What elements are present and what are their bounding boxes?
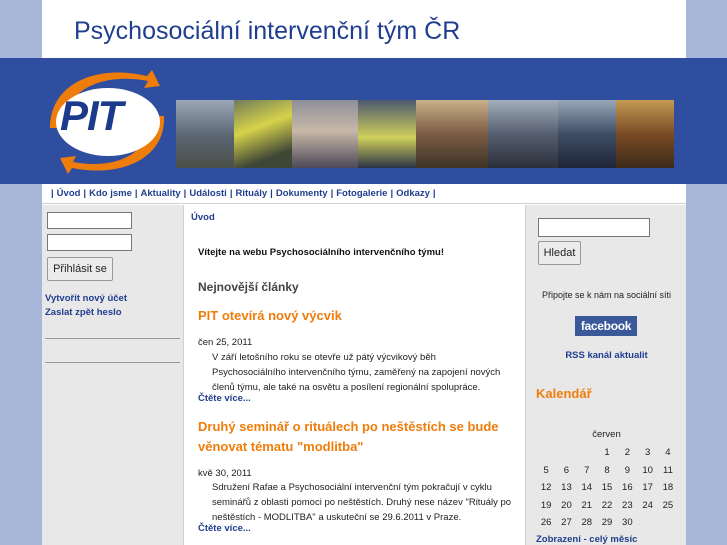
article-date: čen 25, 2011 bbox=[198, 337, 253, 348]
banner-photo bbox=[358, 100, 416, 168]
logo-text: PIT bbox=[60, 92, 123, 139]
calendar-day[interactable]: 21 bbox=[577, 497, 597, 515]
nav-item-dokumenty[interactable]: Dokumenty bbox=[276, 188, 328, 199]
search-button[interactable]: Hledat bbox=[538, 241, 581, 265]
calendar-day[interactable]: 26 bbox=[536, 514, 556, 532]
calendar-day[interactable]: 8 bbox=[597, 462, 617, 480]
read-more-link[interactable]: Čtěte více... bbox=[198, 393, 251, 404]
calendar-day[interactable]: 5 bbox=[536, 462, 556, 480]
calendar-day[interactable]: 1 bbox=[597, 444, 617, 462]
header-banner: PIT bbox=[42, 58, 686, 184]
calendar-day[interactable]: 17 bbox=[637, 479, 657, 497]
calendar-month: červen bbox=[592, 429, 621, 440]
calendar-week: 12 13 14 15 16 17 18 bbox=[536, 479, 678, 497]
rss-link[interactable]: RSS kanál aktualit bbox=[526, 350, 687, 361]
left-sidebar: Přihlásit se Vytvořit nový účet Zaslat z… bbox=[42, 205, 184, 545]
calendar-day[interactable]: 28 bbox=[577, 514, 597, 532]
main-navigation: | Úvod | Kdo jsme | Aktuality | Události | Rituál… bbox=[42, 184, 686, 204]
calendar-day[interactable]: 25 bbox=[658, 497, 678, 515]
calendar-day[interactable]: 19 bbox=[536, 497, 556, 515]
article-title[interactable]: PIT otevírá nový výcvik bbox=[198, 306, 518, 326]
calendar-day[interactable]: 29 bbox=[597, 514, 617, 532]
calendar-day[interactable]: 6 bbox=[556, 462, 576, 480]
calendar-empty-day bbox=[556, 444, 576, 462]
calendar-day[interactable]: 9 bbox=[617, 462, 637, 480]
banner-photo bbox=[616, 100, 674, 168]
calendar-day[interactable]: 4 bbox=[658, 444, 678, 462]
calendar-day[interactable]: 2 bbox=[617, 444, 637, 462]
nav-item-fotogalerie[interactable]: Fotogalerie bbox=[336, 188, 387, 199]
calendar-day[interactable]: 18 bbox=[658, 479, 678, 497]
calendar-empty-day bbox=[536, 444, 556, 462]
banner-photo bbox=[488, 100, 558, 168]
send-password-link[interactable]: Zaslat zpět heslo bbox=[45, 307, 122, 318]
calendar-empty-day bbox=[577, 444, 597, 462]
calendar-day[interactable]: 7 bbox=[577, 462, 597, 480]
calendar-day[interactable]: 24 bbox=[637, 497, 657, 515]
social-invite-text: Připojte se k nám na sociální síti bbox=[541, 290, 672, 300]
calendar-day[interactable]: 15 bbox=[597, 479, 617, 497]
welcome-message: Vítejte na webu Psychosociálního interve… bbox=[198, 247, 444, 258]
breadcrumb[interactable]: Úvod bbox=[191, 212, 215, 223]
calendar-week: 26 27 28 29 30 bbox=[536, 514, 678, 532]
calendar-day[interactable]: 11 bbox=[658, 462, 678, 480]
calendar-day[interactable]: 13 bbox=[556, 479, 576, 497]
calendar-empty-day bbox=[658, 514, 678, 532]
latest-articles-heading: Nejnovější články bbox=[198, 280, 299, 294]
calendar-day[interactable]: 3 bbox=[637, 444, 657, 462]
create-account-link[interactable]: Vytvořit nový účet bbox=[45, 293, 127, 304]
calendar-empty-day bbox=[637, 514, 657, 532]
site-title: Psychosociální intervenční tým ČR bbox=[74, 17, 461, 45]
page-background-left-band bbox=[0, 58, 42, 184]
username-input[interactable] bbox=[47, 212, 132, 229]
calendar-full-month-link[interactable]: Zobrazení - celý měsíc bbox=[536, 534, 637, 545]
search-input[interactable] bbox=[538, 218, 650, 237]
nav-item-kdo-jsme[interactable]: Kdo jsme bbox=[89, 188, 132, 199]
pit-logo[interactable]: PIT bbox=[42, 58, 172, 184]
nav-item-ritualy[interactable]: Rituály bbox=[235, 188, 267, 199]
facebook-button[interactable]: facebook bbox=[575, 316, 637, 336]
calendar-day[interactable]: 14 bbox=[577, 479, 597, 497]
banner-photo bbox=[416, 100, 488, 168]
calendar-day[interactable]: 10 bbox=[637, 462, 657, 480]
main-content: Úvod Vítejte na webu Psychosociálního in… bbox=[185, 205, 525, 545]
calendar-week: 19 20 21 22 23 24 25 bbox=[536, 497, 678, 515]
banner-photo bbox=[558, 100, 616, 168]
article-summary: V září letošního roku se otevře už pátý … bbox=[212, 352, 501, 393]
nav-item-odkazy[interactable]: Odkazy bbox=[396, 188, 430, 199]
banner-photo bbox=[176, 100, 234, 168]
article-date: kvě 30, 2011 bbox=[198, 468, 252, 479]
calendar-week: 1234 bbox=[536, 444, 678, 462]
calendar-day[interactable]: 23 bbox=[617, 497, 637, 515]
banner-photo bbox=[292, 100, 358, 168]
nav-item-udalosti[interactable]: Události bbox=[189, 188, 226, 199]
divider bbox=[45, 338, 180, 339]
calendar-day[interactable]: 30 bbox=[617, 514, 637, 532]
calendar-day[interactable]: 20 bbox=[556, 497, 576, 515]
calendar-day[interactable]: 16 bbox=[617, 479, 637, 497]
divider bbox=[45, 362, 180, 363]
nav-item-aktuality[interactable]: Aktuality bbox=[141, 188, 181, 199]
calendar-grid: 1 2 3 4 5 6 7 8 9 10 11 12 13 14 15 16 17 18 19 20 21 22 23 24 2… bbox=[536, 444, 678, 532]
nav-item-uvod[interactable]: Úvod bbox=[57, 188, 81, 199]
calendar-heading: Kalendář bbox=[536, 386, 592, 401]
read-more-link[interactable]: Čtěte více... bbox=[198, 523, 251, 534]
article-summary: Sdružení Rafae a Psychosociální interven… bbox=[212, 482, 512, 523]
page-container: Psychosociální intervenční tým ČR PIT | Ú… bbox=[42, 0, 686, 545]
password-input[interactable] bbox=[47, 234, 132, 251]
calendar-day[interactable]: 12 bbox=[536, 479, 556, 497]
login-button[interactable]: Přihlásit se bbox=[47, 257, 113, 281]
page-background-right-band bbox=[686, 58, 727, 184]
calendar-day[interactable]: 27 bbox=[556, 514, 576, 532]
calendar-day[interactable]: 22 bbox=[597, 497, 617, 515]
right-sidebar: Hledat Připojte se k nám na sociální sít… bbox=[525, 205, 686, 545]
banner-photo-strip bbox=[176, 100, 674, 168]
banner-photo bbox=[234, 100, 292, 168]
calendar-week: 5 6 7 8 9 10 11 bbox=[536, 462, 678, 480]
article-title[interactable]: Druhý seminář o rituálech po neštěstích … bbox=[198, 417, 518, 457]
